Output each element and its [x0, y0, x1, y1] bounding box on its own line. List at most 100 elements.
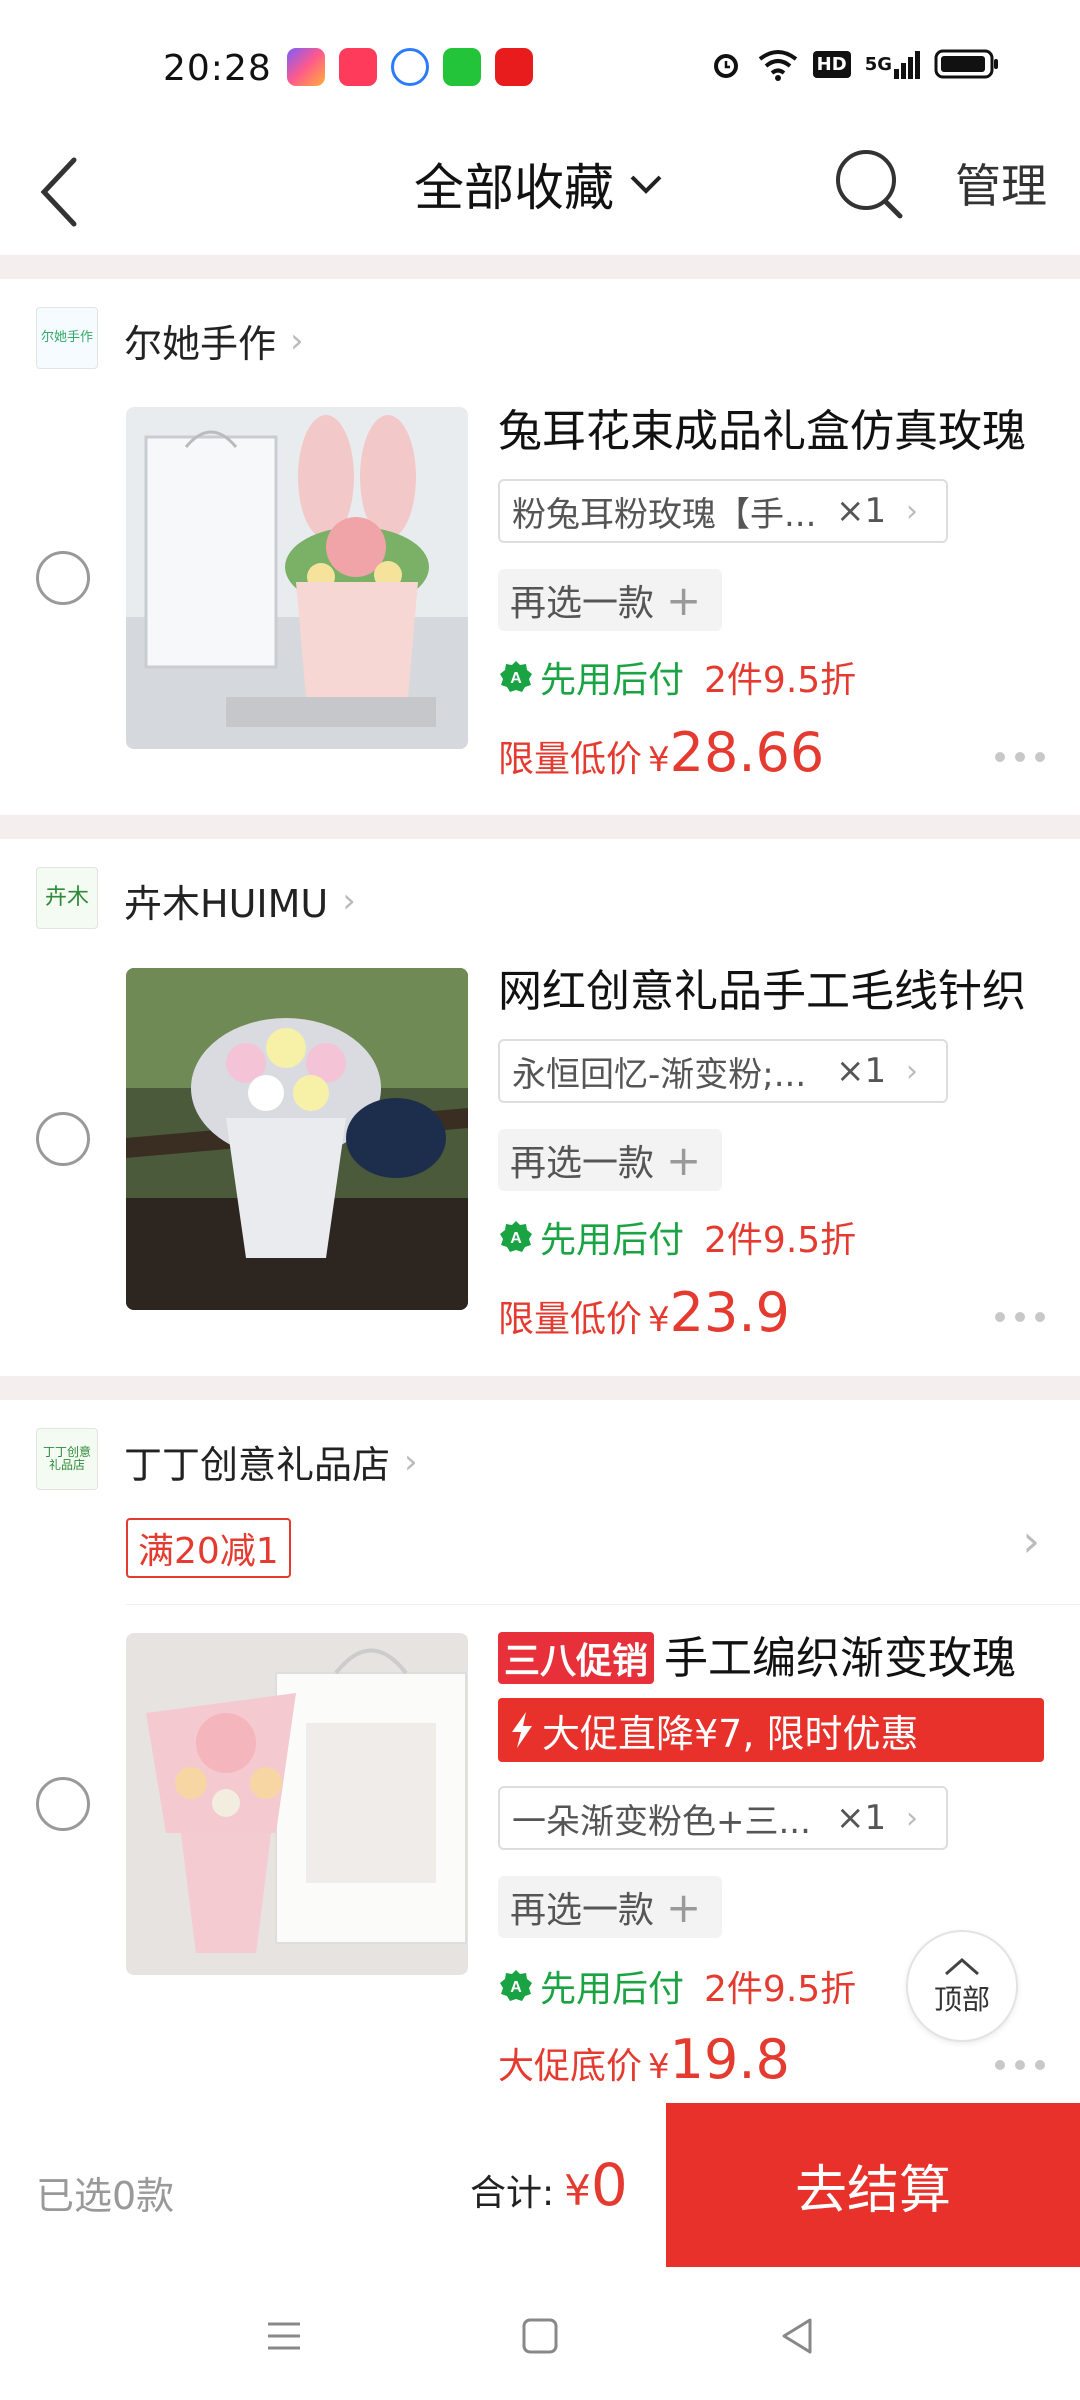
reselect-button[interactable]: 再选一款 +	[498, 569, 722, 631]
back-triangle-icon	[782, 2318, 812, 2354]
shop-name: 卉木HUIMU	[124, 882, 329, 926]
bnpl-label: 先用后付	[540, 1220, 685, 1261]
chevron-right-icon[interactable]: ›	[1022, 1516, 1040, 1567]
checkout-button[interactable]: 去结算	[666, 2103, 1080, 2267]
shop-logo: 丁丁创意礼品店	[36, 1428, 98, 1490]
more-dot	[995, 2060, 1005, 2070]
promo-row: A 先用后付 2件9.5折	[498, 651, 856, 703]
total-currency: ¥	[564, 2166, 591, 2215]
select-radio[interactable]	[36, 551, 90, 605]
more-options-button[interactable]	[995, 1309, 1045, 1325]
bnpl-label: 先用后付	[540, 660, 685, 701]
shop-name: 丁丁创意礼品店	[124, 1443, 391, 1487]
reselect-label: 再选一款	[510, 583, 655, 624]
status-indicators: HD 5G	[709, 46, 1000, 82]
alarm-icon	[709, 46, 743, 82]
total-price: 合计: ¥ 0	[470, 2151, 628, 2219]
reselect-button[interactable]: 再选一款 +	[498, 1876, 722, 1938]
home-nav-button[interactable]	[516, 2312, 564, 2360]
sku-qty: ×1	[836, 1798, 887, 1838]
back-nav-button[interactable]	[774, 2312, 822, 2360]
more-dot	[1015, 2060, 1025, 2070]
app-icon	[287, 48, 325, 86]
bnpl-icon: A	[500, 661, 532, 692]
back-to-top-label: 顶部	[933, 1983, 990, 2016]
system-nav-bar	[0, 2267, 1080, 2400]
price-label: 大促底价	[498, 2046, 643, 2087]
status-app-icons	[287, 48, 533, 86]
promo-row: A 先用后付 2件9.5折	[498, 1960, 856, 2012]
more-options-button[interactable]	[995, 2057, 1045, 2073]
iqiyi-icon	[443, 48, 481, 86]
sku-selector[interactable]: 一朵渐变粉色+三... ×1 ›	[498, 1786, 948, 1850]
search-icon	[836, 150, 903, 219]
coupon-tag[interactable]: 满20减1	[126, 1518, 291, 1578]
manage-button[interactable]: 管理	[955, 150, 1047, 216]
total-value: 0	[590, 2151, 628, 2219]
reselect-button[interactable]: 再选一款 +	[498, 1129, 722, 1191]
checkout-bar: 已选0款 合计: ¥ 0 去结算	[0, 2103, 1080, 2267]
selected-count: 已选0款	[36, 2174, 175, 2218]
more-dot	[1015, 1312, 1025, 1322]
app-icon	[495, 48, 533, 86]
more-dot	[1035, 2060, 1045, 2070]
chevron-right-icon: ›	[404, 1441, 418, 1482]
sku-selector[interactable]: 永恒回忆-渐变粉;... ×1 ›	[498, 1039, 948, 1103]
svg-text:A: A	[510, 1979, 522, 1996]
product-title[interactable]: 网红创意礼品手工毛线针织	[498, 955, 1058, 1019]
flash-sale-banner: 大促直降¥7, 限时优惠	[498, 1698, 1044, 1762]
chevron-up-icon	[945, 1958, 979, 1976]
select-radio[interactable]	[36, 1112, 90, 1166]
divider	[0, 815, 1080, 839]
product-image[interactable]	[126, 1633, 468, 1975]
plus-icon: +	[666, 1135, 702, 1185]
signal-icon: 5G	[865, 46, 920, 82]
total-label: 合计:	[470, 2173, 555, 2214]
reselect-label: 再选一款	[510, 1143, 655, 1184]
product-title[interactable]: 兔耳花束成品礼盒仿真玫瑰	[498, 395, 1058, 459]
shop-header[interactable]: 丁丁创意礼品店 丁丁创意礼品店 ›	[0, 1400, 1080, 1520]
sku-text: 粉兔耳粉玫瑰【手...	[512, 494, 817, 535]
shop-logo: 卉木	[36, 867, 98, 929]
favorites-filter-dropdown[interactable]: 全部收藏	[0, 148, 1080, 220]
status-time: 20:28	[163, 48, 272, 89]
network-label: 5G	[864, 53, 892, 75]
menu-nav-button[interactable]	[260, 2312, 308, 2360]
price-label: 限量低价	[498, 739, 643, 780]
shop-header[interactable]: 卉木 卉木HUIMU ›	[0, 839, 1080, 959]
product-title[interactable]: 三八促销 手工编织渐变玫瑰	[498, 1622, 1058, 1686]
search-button[interactable]	[830, 144, 910, 224]
product-title-text: 手工编织渐变玫瑰	[664, 1633, 1017, 1684]
page-title: 全部收藏	[414, 159, 614, 217]
svg-text:A: A	[510, 1230, 522, 1247]
wifi-icon	[757, 46, 799, 82]
price-label: 限量低价	[498, 1299, 643, 1340]
price-row: 大促底价 ¥ 19.8	[498, 2028, 790, 2091]
shop-header[interactable]: 尔她手作 尔她手作 ›	[0, 279, 1080, 399]
hd-label: HD	[812, 50, 851, 78]
sku-text: 永恒回忆-渐变粉;...	[512, 1054, 807, 1095]
chevron-right-icon: ›	[906, 493, 918, 529]
bnpl-icon: A	[500, 1970, 532, 2001]
more-dot	[1035, 752, 1045, 762]
select-radio[interactable]	[36, 1777, 90, 1831]
product-image[interactable]	[126, 407, 468, 749]
chevron-right-icon: ›	[342, 880, 356, 921]
favorite-item: 尔她手作 尔她手作 › 兔耳花束成品礼盒仿真玫瑰 粉兔耳粉玫瑰【手... ×1 ›…	[0, 279, 1080, 815]
price-row: 限量低价 ¥ 23.9	[498, 1281, 790, 1344]
price-value: 28.66	[669, 721, 825, 784]
sku-selector[interactable]: 粉兔耳粉玫瑰【手... ×1 ›	[498, 479, 948, 543]
header: 全部收藏 管理	[0, 120, 1080, 255]
app-icon	[339, 48, 377, 86]
status-bar: 20:28 HD 5G	[0, 0, 1080, 120]
back-to-top-button[interactable]: 顶部	[906, 1930, 1018, 2042]
chevron-right-icon: ›	[290, 320, 304, 361]
product-image[interactable]	[126, 968, 468, 1310]
sku-qty: ×1	[836, 491, 887, 531]
shop-logo: 尔她手作	[36, 307, 98, 369]
chevron-right-icon: ›	[906, 1053, 918, 1089]
home-square-icon	[522, 2318, 558, 2354]
reselect-label: 再选一款	[510, 1890, 655, 1931]
more-options-button[interactable]	[995, 749, 1045, 765]
currency-symbol: ¥	[648, 1300, 670, 1340]
